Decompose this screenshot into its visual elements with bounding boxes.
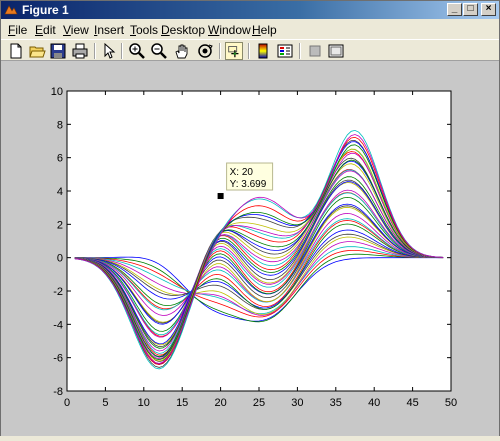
insert-colorbar-icon[interactable] — [254, 42, 272, 60]
print-icon[interactable] — [71, 42, 89, 60]
maximize-button[interactable]: □ — [463, 3, 478, 16]
x-tick-label: 10 — [138, 397, 150, 409]
toolbar-separator — [121, 43, 123, 59]
matlab-logo-icon — [4, 5, 18, 15]
x-tick-label: 25 — [253, 397, 265, 409]
zoom-out-icon[interactable] — [150, 42, 168, 60]
y-tick-label: 2 — [57, 219, 63, 231]
data-cursor-icon[interactable] — [225, 42, 243, 60]
open-file-icon[interactable] — [28, 42, 46, 60]
y-tick-label: -2 — [53, 286, 63, 298]
data-tip-x-text: X: 20 — [230, 167, 254, 178]
figure-window: Figure 1 _ □ × File Edit View Insert Too… — [0, 0, 500, 436]
toolbar-separator — [248, 43, 250, 59]
y-tick-label: 6 — [57, 153, 63, 165]
window-title: Figure 1 — [22, 3, 69, 17]
data-tip-y-text: Y: 3.699 — [230, 179, 267, 190]
menu-file[interactable]: File — [8, 23, 27, 37]
close-button[interactable]: × — [481, 3, 496, 16]
y-tick-label: 0 — [57, 253, 63, 265]
x-tick-label: 20 — [214, 397, 226, 409]
x-tick-label: 5 — [102, 397, 108, 409]
pan-hand-icon[interactable] — [173, 42, 191, 60]
y-tick-label: 10 — [51, 86, 63, 98]
menu-insert[interactable]: Insert — [94, 23, 124, 37]
save-icon[interactable] — [49, 42, 67, 60]
show-plot-tools-icon[interactable] — [327, 42, 345, 60]
zoom-in-icon[interactable] — [128, 42, 146, 60]
x-tick-label: 15 — [176, 397, 188, 409]
menu-desktop[interactable]: Desktop — [161, 23, 205, 37]
hide-plot-tools-icon[interactable] — [306, 42, 324, 60]
rotate-3d-icon[interactable] — [196, 42, 214, 60]
edit-plot-arrow-icon[interactable] — [100, 42, 118, 60]
menu-window[interactable]: Window — [208, 23, 251, 37]
menu-view[interactable]: View — [63, 23, 89, 37]
y-tick-label: -6 — [53, 353, 63, 365]
menu-edit[interactable]: Edit — [35, 23, 56, 37]
figure-canvas[interactable]: 0 5 10 15 20 25 30 35 40 45 50 -8 -6 -4 -2 0 2 4 6 8 10 X: … — [1, 61, 499, 436]
insert-legend-icon[interactable] — [276, 42, 294, 60]
toolbar-separator — [299, 43, 301, 59]
figure-toolbar — [1, 39, 499, 61]
x-tick-label: 30 — [291, 397, 303, 409]
y-tick-label: -4 — [53, 319, 63, 331]
x-tick-label: 50 — [445, 397, 457, 409]
x-tick-label: 45 — [406, 397, 418, 409]
y-tick-label: 4 — [57, 186, 63, 198]
menu-bar: File Edit View Insert Tools Desktop Wind… — [1, 20, 499, 39]
x-tick-label: 35 — [330, 397, 342, 409]
toolbar-separator — [219, 43, 221, 59]
title-bar[interactable]: Figure 1 _ □ × — [1, 1, 499, 19]
toolbar-separator — [94, 43, 96, 59]
minimize-button[interactable]: _ — [447, 3, 462, 16]
menu-help[interactable]: Help — [252, 23, 277, 37]
y-tick-label: -8 — [53, 386, 63, 398]
y-tick-label: 8 — [57, 119, 63, 131]
menu-tools[interactable]: Tools — [130, 23, 158, 37]
x-tick-label: 40 — [368, 397, 380, 409]
plot-svg[interactable]: 0 5 10 15 20 25 30 35 40 45 50 -8 -6 -4 -2 0 2 4 6 8 10 X: … — [1, 61, 499, 436]
data-tip-marker[interactable] — [217, 193, 224, 200]
new-figure-icon[interactable] — [7, 42, 25, 60]
x-tick-label: 0 — [64, 397, 70, 409]
